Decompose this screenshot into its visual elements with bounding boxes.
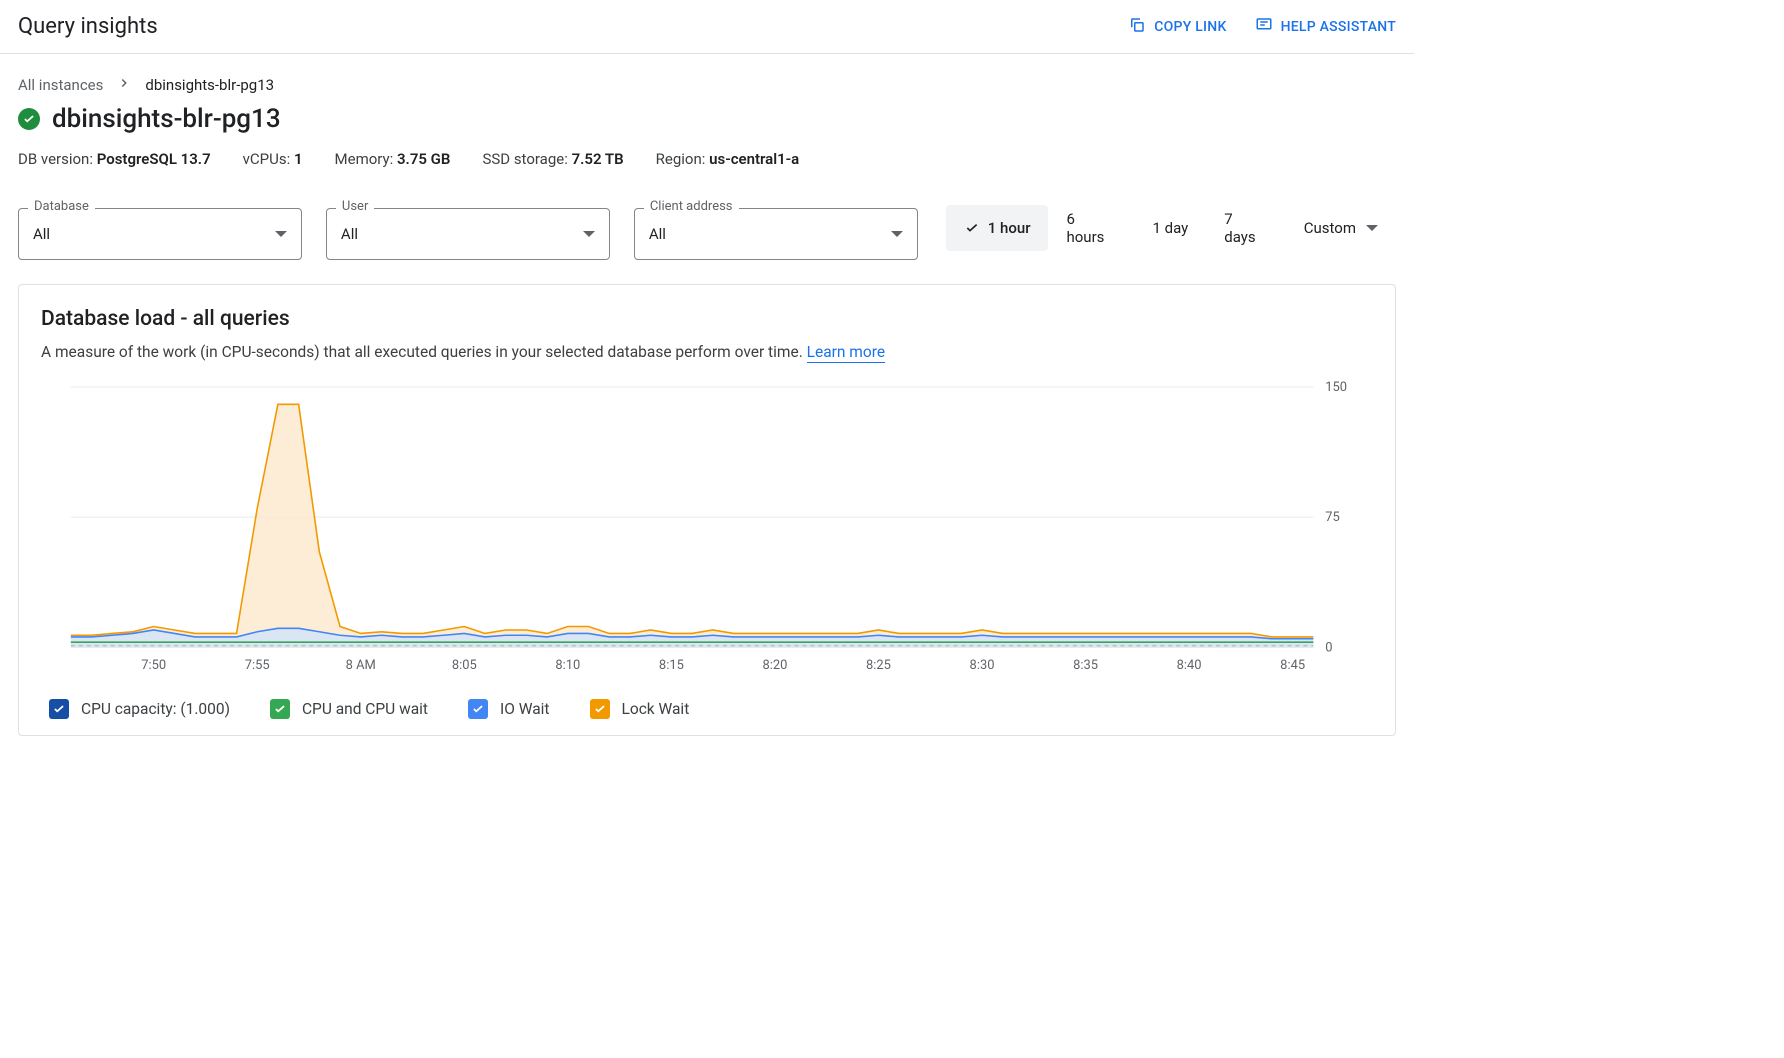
svg-text:8:20: 8:20 xyxy=(762,658,787,673)
copy-icon xyxy=(1128,16,1146,38)
meta-storage-label: SSD storage: xyxy=(482,150,571,168)
legend-checkbox-io-wait[interactable] xyxy=(468,699,488,719)
svg-text:8:25: 8:25 xyxy=(866,658,891,673)
legend-cpu-capacity-label: CPU capacity: (1.000) xyxy=(81,700,230,718)
svg-text:8:35: 8:35 xyxy=(1073,658,1098,673)
time-range-1-day[interactable]: 1 day xyxy=(1135,205,1207,251)
instance-name: dbinsights-blr-pg13 xyxy=(52,104,281,134)
client-select-value: All xyxy=(649,225,666,243)
breadcrumb-root[interactable]: All instances xyxy=(18,76,103,94)
meta-vcpus: 1 xyxy=(294,150,303,168)
status-ok-icon xyxy=(18,108,40,130)
meta-memory: 3.75 GB xyxy=(397,150,450,168)
database-select-value: All xyxy=(33,225,50,243)
legend-checkbox-lock-wait[interactable] xyxy=(590,699,610,719)
time-range-label: 1 hour xyxy=(988,219,1031,237)
time-range-label: Custom xyxy=(1304,219,1356,237)
legend-io-wait-label: IO Wait xyxy=(500,700,550,718)
client-select-legend: Client address xyxy=(644,199,739,214)
card-description: A measure of the work (in CPU-seconds) t… xyxy=(41,343,807,361)
legend-cpu-wait-label: CPU and CPU wait xyxy=(302,700,428,718)
help-assistant-button[interactable]: HELP ASSISTANT xyxy=(1255,16,1396,38)
card-title: Database load - all queries xyxy=(41,307,1373,331)
breadcrumb-current: dbinsights-blr-pg13 xyxy=(145,76,274,94)
copy-link-label: COPY LINK xyxy=(1154,19,1226,35)
instance-meta: DB version: PostgreSQL 13.7 vCPUs: 1 Mem… xyxy=(18,150,1396,168)
time-range-7-days[interactable]: 7 days xyxy=(1206,196,1285,260)
svg-text:0: 0 xyxy=(1325,640,1332,655)
svg-text:75: 75 xyxy=(1325,510,1340,525)
chevron-down-icon xyxy=(275,231,287,237)
svg-text:8:05: 8:05 xyxy=(452,658,477,673)
client-select[interactable]: All xyxy=(634,208,918,260)
meta-memory-label: Memory: xyxy=(335,150,397,168)
chevron-down-icon xyxy=(583,231,595,237)
legend-checkbox-cpu-capacity[interactable] xyxy=(49,699,69,719)
time-range-label: 1 day xyxy=(1153,219,1189,237)
svg-text:8:15: 8:15 xyxy=(659,658,684,673)
chevron-down-icon xyxy=(891,231,903,237)
database-select[interactable]: All xyxy=(18,208,302,260)
meta-db-version-label: DB version: xyxy=(18,150,97,168)
svg-text:8:45: 8:45 xyxy=(1280,658,1305,673)
user-select-value: All xyxy=(341,225,358,243)
svg-text:8:40: 8:40 xyxy=(1177,658,1202,673)
svg-text:8 AM: 8 AM xyxy=(346,658,376,673)
user-select-legend: User xyxy=(336,199,374,214)
chevron-right-icon xyxy=(117,76,131,94)
chevron-down-icon xyxy=(1366,225,1378,231)
svg-text:7:50: 7:50 xyxy=(141,658,166,673)
meta-storage: 7.52 TB xyxy=(572,150,624,168)
page-title: Query insights xyxy=(18,14,158,39)
time-range-6-hours[interactable]: 6 hours xyxy=(1048,196,1134,260)
copy-link-button[interactable]: COPY LINK xyxy=(1128,16,1226,38)
meta-region-label: Region: xyxy=(656,150,709,168)
meta-region: us-central1-a xyxy=(709,150,799,168)
database-select-legend: Database xyxy=(28,199,95,214)
svg-text:150: 150 xyxy=(1325,380,1347,395)
time-range-custom[interactable]: Custom xyxy=(1286,205,1396,251)
help-assistant-label: HELP ASSISTANT xyxy=(1281,19,1396,35)
user-select[interactable]: All xyxy=(326,208,610,260)
svg-text:8:10: 8:10 xyxy=(555,658,580,673)
time-range-label: 7 days xyxy=(1224,210,1267,246)
time-range-1-hour[interactable]: 1 hour xyxy=(946,205,1049,251)
chat-icon xyxy=(1255,16,1273,38)
time-range-label: 6 hours xyxy=(1066,210,1116,246)
meta-vcpus-label: vCPUs: xyxy=(243,150,294,168)
database-load-chart: 0 75 150 7:50 7:55 8 AM 8:05 8:10 8:15 8:20 8:25 8:… xyxy=(41,379,1373,677)
legend-checkbox-cpu-wait[interactable] xyxy=(270,699,290,719)
breadcrumb: All instances dbinsights-blr-pg13 xyxy=(18,76,1396,94)
svg-text:7:55: 7:55 xyxy=(245,658,270,673)
svg-text:8:30: 8:30 xyxy=(970,658,995,673)
meta-db-version: PostgreSQL 13.7 xyxy=(97,150,211,168)
learn-more-link[interactable]: Learn more xyxy=(807,343,885,363)
legend-lock-wait-label: Lock Wait xyxy=(622,700,690,718)
